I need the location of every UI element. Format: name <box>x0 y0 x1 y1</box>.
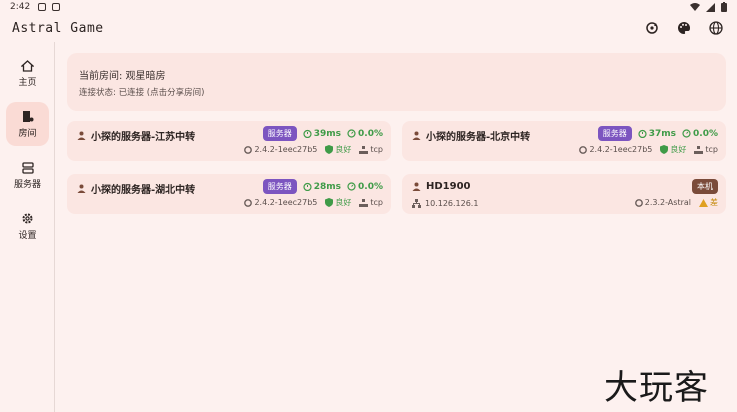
door-icon <box>22 110 33 122</box>
peer-quality: 良好 <box>335 145 352 154</box>
peer-name: 小探的服务器-江苏中转 <box>91 132 196 143</box>
notification-icon <box>38 3 47 11</box>
nav-label-settings: 设置 <box>18 230 37 241</box>
network-icon <box>359 145 369 154</box>
peer-packet-loss: 0.0% <box>358 181 383 192</box>
peer-version: 2.4.2-1eec27b5 <box>589 145 653 154</box>
local-badge: 本机 <box>692 179 718 194</box>
server-badge: 服务器 <box>597 126 632 141</box>
notification-icon <box>52 3 61 11</box>
home-icon <box>21 60 34 72</box>
peer-card[interactable]: 小探的服务器-北京中转 服务器 37ms 0.0% 2.4.2-1eec27b5… <box>402 121 726 161</box>
peer-version: 2.4.2-1eec27b5 <box>254 198 318 207</box>
local-peer-card[interactable]: HD1900 本机 10.126.126.1 2.3.2-Astral 差 <box>402 174 726 214</box>
shield-icon <box>325 145 334 154</box>
person-icon <box>77 131 86 140</box>
peer-latency: 28ms <box>313 181 342 192</box>
connection-status: 连接状态: 已连接 (点击分享房间) <box>79 88 205 98</box>
nav-item-room[interactable]: 房间 <box>6 102 49 146</box>
shield-icon <box>660 145 669 154</box>
warning-icon <box>699 198 708 207</box>
signal-icon <box>706 2 715 12</box>
server-badge: 服务器 <box>262 179 297 194</box>
server-icon <box>21 162 34 174</box>
refresh-button[interactable] <box>643 19 661 37</box>
peer-name: 小探的服务器-湖北中转 <box>91 185 196 196</box>
version-icon <box>634 198 643 207</box>
server-badge: 服务器 <box>262 126 297 141</box>
version-icon <box>244 145 253 154</box>
palette-icon <box>678 22 690 34</box>
nav-label-room: 房间 <box>18 128 37 139</box>
peer-quality: 差 <box>710 198 718 207</box>
shield-icon <box>325 198 334 207</box>
peer-version: 2.4.2-1eec27b5 <box>254 145 318 154</box>
app-bar: Astral Game <box>0 14 737 42</box>
peer-ip: 10.126.126.1 <box>425 199 479 208</box>
peer-name: HD1900 <box>426 181 471 192</box>
language-button[interactable] <box>707 19 725 37</box>
gear-icon <box>22 213 33 223</box>
timer-icon <box>303 129 312 138</box>
peer-latency: 39ms <box>313 128 342 139</box>
peer-version: 2.3.2-Astral <box>644 198 691 207</box>
peer-packet-loss: 0.0% <box>693 128 718 139</box>
nav-item-servers[interactable]: 服务器 <box>6 154 49 198</box>
current-room-name: 当前房间: 观星暗房 <box>79 71 166 82</box>
network-icon <box>694 145 704 154</box>
peer-protocol: tcp <box>705 145 718 154</box>
current-room-card[interactable]: 当前房间: 观星暗房 连接状态: 已连接 (点击分享房间) <box>67 53 726 111</box>
version-icon <box>244 198 253 207</box>
timer-icon <box>638 129 647 138</box>
packet-loss-icon <box>347 182 356 191</box>
refresh-icon <box>646 22 658 34</box>
battery-icon <box>721 2 727 12</box>
peer-packet-loss: 0.0% <box>358 128 383 139</box>
peer-latency: 37ms <box>648 128 677 139</box>
peer-card[interactable]: 小探的服务器-湖北中转 服务器 28ms 0.0% 2.4.2-1eec27b5… <box>67 174 391 214</box>
person-icon <box>412 182 421 191</box>
nav-label-servers: 服务器 <box>13 180 41 190</box>
peer-name: 小探的服务器-北京中转 <box>426 132 531 143</box>
network-icon <box>359 198 369 207</box>
peer-quality: 良好 <box>670 145 687 154</box>
network-tree-icon <box>412 199 421 208</box>
version-icon <box>579 145 588 154</box>
peer-card[interactable]: 小探的服务器-江苏中转 服务器 39ms 0.0% 2.4.2-1eec27b5… <box>67 121 391 161</box>
navigation-rail: 主页 房间 服务器 设置 <box>0 42 55 412</box>
person-icon <box>412 131 421 140</box>
peer-quality: 良好 <box>335 198 352 207</box>
timer-icon <box>303 182 312 191</box>
person-icon <box>77 184 86 193</box>
globe-icon <box>709 21 723 35</box>
wifi-icon <box>690 2 700 11</box>
peer-protocol: tcp <box>370 198 383 207</box>
status-time: 2:42 <box>10 2 31 12</box>
packet-loss-icon <box>347 129 356 138</box>
packet-loss-icon <box>682 129 691 138</box>
nav-item-home[interactable]: 主页 <box>6 52 49 96</box>
peer-protocol: tcp <box>370 145 383 154</box>
nav-item-settings[interactable]: 设置 <box>6 204 49 248</box>
status-bar: 2:42 <box>0 0 737 14</box>
app-title: Astral Game <box>12 20 104 36</box>
watermark-logo: 大玩客 <box>604 368 709 408</box>
nav-label-home: 主页 <box>18 78 37 88</box>
theme-button[interactable] <box>675 19 693 37</box>
